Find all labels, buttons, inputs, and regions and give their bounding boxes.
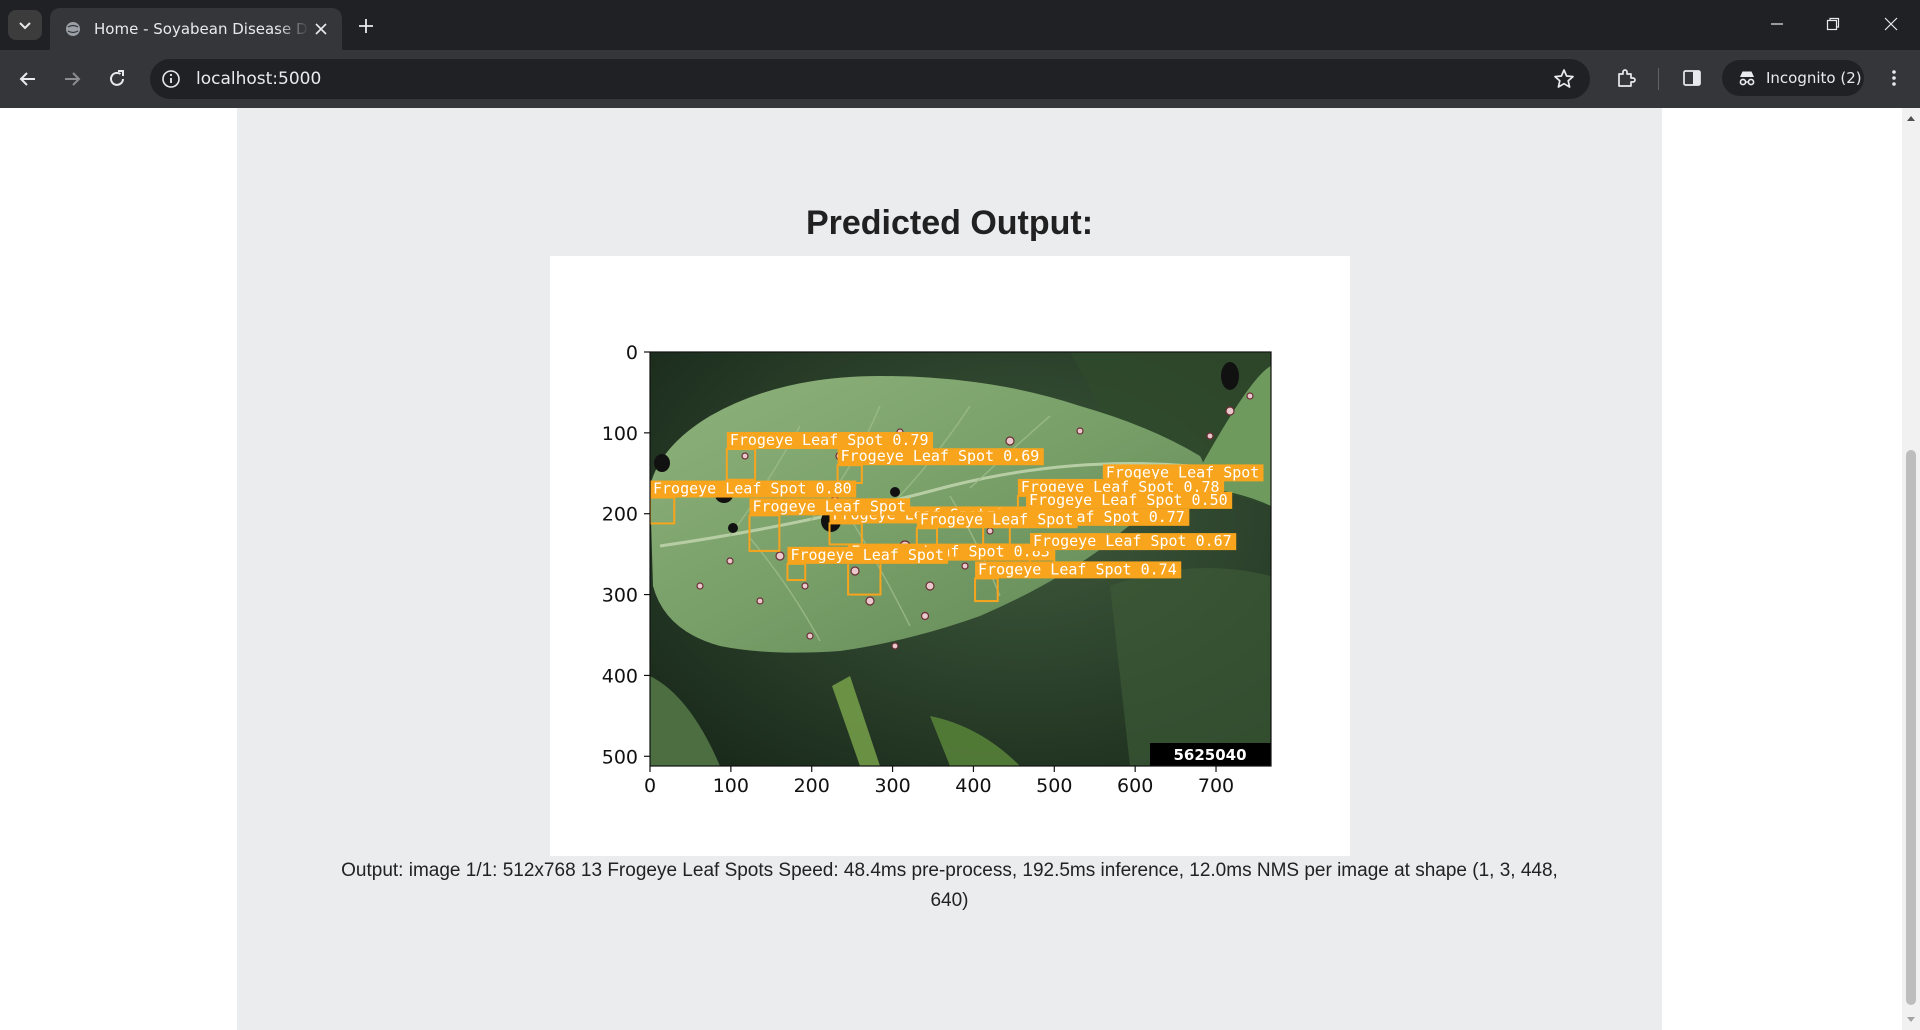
minimize-button[interactable] <box>1750 0 1804 48</box>
close-window-button[interactable] <box>1864 0 1918 48</box>
x-tick-label: 300 <box>874 775 910 797</box>
output-summary: Output: image 1/1: 512x768 13 Frogeye Le… <box>341 860 1558 911</box>
restore-button[interactable] <box>1806 0 1860 48</box>
more-vert-icon[interactable] <box>1880 64 1908 92</box>
y-tick-label: 200 <box>602 504 638 526</box>
detection-label: Frogeye Leaf Spot <box>790 546 944 564</box>
tab-title: Home - Soyabean Disease Detection <box>94 20 309 38</box>
x-tick-label: 0 <box>644 775 656 797</box>
forward-button[interactable] <box>56 63 88 95</box>
vertical-scrollbar[interactable] <box>1902 108 1920 1030</box>
x-tick-label: 500 <box>1036 775 1072 797</box>
close-icon <box>1884 17 1898 31</box>
image-watermark: 5625040 <box>1173 746 1246 764</box>
scroll-down-arrow[interactable] <box>1902 1012 1920 1028</box>
side-panel-icon[interactable] <box>1678 64 1706 92</box>
address-bar[interactable]: localhost:5000 <box>150 59 1590 99</box>
detection-label: Frogeye Leaf Spot 0.50 <box>1029 491 1228 509</box>
globe-icon <box>64 20 82 38</box>
prediction-figure: Frogeye Leaf Spot 0.79 Frogeye Leaf Spot … <box>550 256 1350 856</box>
detection-label: Frogeye Leaf Spot 0.69 <box>841 447 1040 465</box>
y-tick-label: 100 <box>602 423 638 445</box>
detection-label: Frogeye Leaf Spot <box>752 497 906 515</box>
detection-label: Frogeye Leaf Spot 0.74 <box>978 560 1177 578</box>
scrollbar-thumb[interactable] <box>1906 450 1916 1005</box>
reload-button[interactable] <box>101 63 133 95</box>
minimize-icon <box>1771 23 1783 25</box>
y-axis: 0 100 200 300 400 500 <box>602 342 650 768</box>
y-tick-label: 500 <box>602 746 638 768</box>
plus-icon <box>359 19 373 33</box>
x-tick-label: 700 <box>1198 775 1234 797</box>
content-panel: Predicted Output: Frogeye Leaf Spot 0.79… <box>237 108 1662 1030</box>
y-tick-label: 0 <box>626 342 638 364</box>
y-tick-label: 400 <box>602 665 638 687</box>
detection-label: Frogeye Leaf Spot <box>920 510 1074 528</box>
forward-icon <box>65 72 81 86</box>
toolbar-divider <box>1658 68 1659 90</box>
close-tab-icon[interactable] <box>309 17 333 41</box>
detection-label: Frogeye Leaf Spot 0.80 <box>653 480 852 498</box>
browser-titlebar: Home - Soyabean Disease Detection <box>0 0 1920 50</box>
new-tab-button[interactable] <box>352 12 380 40</box>
x-tick-label: 100 <box>713 775 749 797</box>
prediction-plot: Frogeye Leaf Spot 0.79Frogeye Leaf Spot … <box>602 342 1272 797</box>
url-text[interactable]: localhost:5000 <box>196 69 321 89</box>
tab-search-button[interactable] <box>8 10 42 40</box>
chevron-down-icon <box>19 22 31 30</box>
x-tick-label: 400 <box>955 775 991 797</box>
x-tick-label: 600 <box>1117 775 1153 797</box>
restore-icon <box>1826 17 1840 31</box>
page-viewport: Predicted Output: Frogeye Leaf Spot 0.79… <box>0 108 1902 1030</box>
back-button[interactable] <box>12 63 44 95</box>
page-heading: Predicted Output: <box>805 204 1094 242</box>
active-tab[interactable]: Home - Soyabean Disease Detection <box>50 8 342 50</box>
x-axis: 0 100 200 300 400 500 600 700 <box>644 766 1234 797</box>
y-tick-label: 300 <box>602 585 638 607</box>
extensions-icon[interactable] <box>1612 64 1640 92</box>
detection-label: Frogeye Leaf Spot 0.67 <box>1033 532 1232 550</box>
back-icon <box>19 72 35 86</box>
profile-button[interactable]: Incognito (2) <box>1722 60 1864 96</box>
incognito-icon <box>1736 67 1758 89</box>
scroll-up-arrow[interactable] <box>1902 110 1920 126</box>
reload-icon <box>110 70 124 86</box>
leaf-photo: Frogeye Leaf Spot 0.79Frogeye Leaf Spot … <box>650 352 1271 766</box>
info-icon[interactable] <box>160 68 182 90</box>
x-tick-label: 200 <box>794 775 830 797</box>
profile-label: Incognito (2) <box>1766 69 1862 87</box>
star-icon[interactable] <box>1552 67 1576 91</box>
